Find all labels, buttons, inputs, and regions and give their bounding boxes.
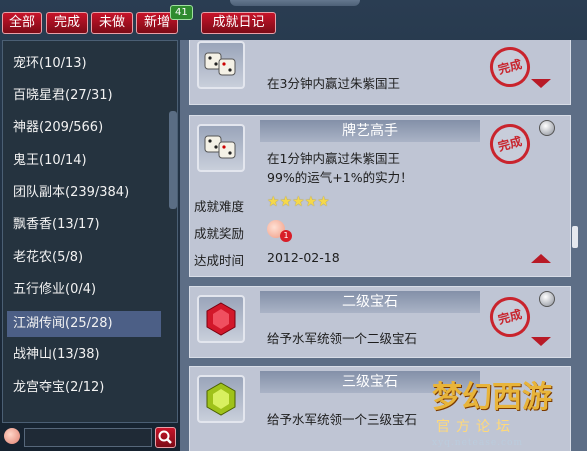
category-item[interactable]: 战神山(13/38) [7,342,161,368]
dice-icon [197,124,245,172]
category-item[interactable]: 五行修业(0/4) [7,277,161,303]
difficulty-label: 成就难度 [194,199,245,214]
category-item[interactable]: 老花农(5/8) [7,245,161,271]
medal-icon [539,120,555,136]
category-item[interactable]: 龙宫夺宝(2/12) [7,375,161,401]
achieved-date: 2012-02-18 [267,250,340,265]
achievement-desc: 给予水军统领一个二级宝石 [267,331,418,346]
achievement-window: 全部 完成 未做 新增 41 成就日记 宠环(10/13) 百晓星君(27/31… [0,0,587,451]
search-icon [158,430,172,444]
tab-not-done[interactable]: 未做 [91,12,133,34]
expand-arrow[interactable] [531,79,551,88]
category-item[interactable]: 宠环(10/13) [7,51,161,77]
completed-stamp: 完成 [485,42,535,92]
achievement-title: 二级宝石 [260,291,480,313]
achievement-card: 二级宝石 给予水军统领一个二级宝石 完成 [189,286,571,358]
medal-icon [539,291,555,307]
achievement-card-expanded: 牌艺高手 在1分钟内赢过朱紫国王 99%的运气+1%的实力！ 完成 成就难度 ★… [189,115,571,277]
achievement-desc: 给予水军统领一个三级宝石 [267,412,418,427]
completed-stamp: 完成 [485,119,535,169]
tab-all[interactable]: 全部 [2,12,42,34]
tab-done[interactable]: 完成 [46,12,88,34]
achievement-scrollbar[interactable] [572,226,578,248]
new-count-badge: 41 [170,5,193,20]
category-item[interactable]: 鬼王(10/14) [7,148,161,174]
category-item-selected[interactable]: 江湖传闻(25/28) [7,311,161,337]
search-input[interactable] [24,428,152,447]
achievement-flavor: 99%的运气+1%的实力！ [267,170,413,185]
diary-button[interactable]: 成就日记 [201,12,276,34]
collapse-arrow[interactable] [531,254,551,263]
difficulty-stars: ★★★★★ [267,194,330,210]
achievement-desc: 在1分钟内赢过朱紫国王 [267,151,400,166]
reward-label: 成就奖励 [194,226,245,241]
date-label: 达成时间 [194,253,245,268]
category-item[interactable]: 飘香香(13/17) [7,212,161,238]
search-button[interactable] [155,427,176,448]
logo-subtitle: 官方论坛 [436,419,516,435]
achievement-title: 牌艺高手 [260,120,480,142]
watermark-logo: 梦幻西游 官方论坛 xyq.netease.com [432,372,582,450]
category-item[interactable]: 百晓星君(27/31) [7,83,161,109]
category-list: 宠环(10/13) 百晓星君(27/31) 神器(209/566) 鬼王(10/… [2,40,178,423]
category-item[interactable]: 团队副本(239/384) [7,180,161,206]
achievement-card: 在3分钟内赢过朱紫国王 完成 [189,40,571,105]
window-title [230,0,360,6]
expand-arrow[interactable] [531,337,551,346]
logo-url: xyq.netease.com [432,438,524,448]
green-gem-icon [197,375,245,423]
peach-icon [4,428,20,444]
reward-count: 1 [280,230,292,242]
logo-title: 梦幻西游 [432,380,552,415]
category-scrollbar[interactable] [169,111,177,209]
achievement-desc: 在3分钟内赢过朱紫国王 [267,76,400,91]
completed-stamp: 完成 [485,292,535,342]
category-item[interactable]: 神器(209/566) [7,115,161,141]
red-gem-icon [197,295,245,343]
dice-icon [197,41,245,89]
